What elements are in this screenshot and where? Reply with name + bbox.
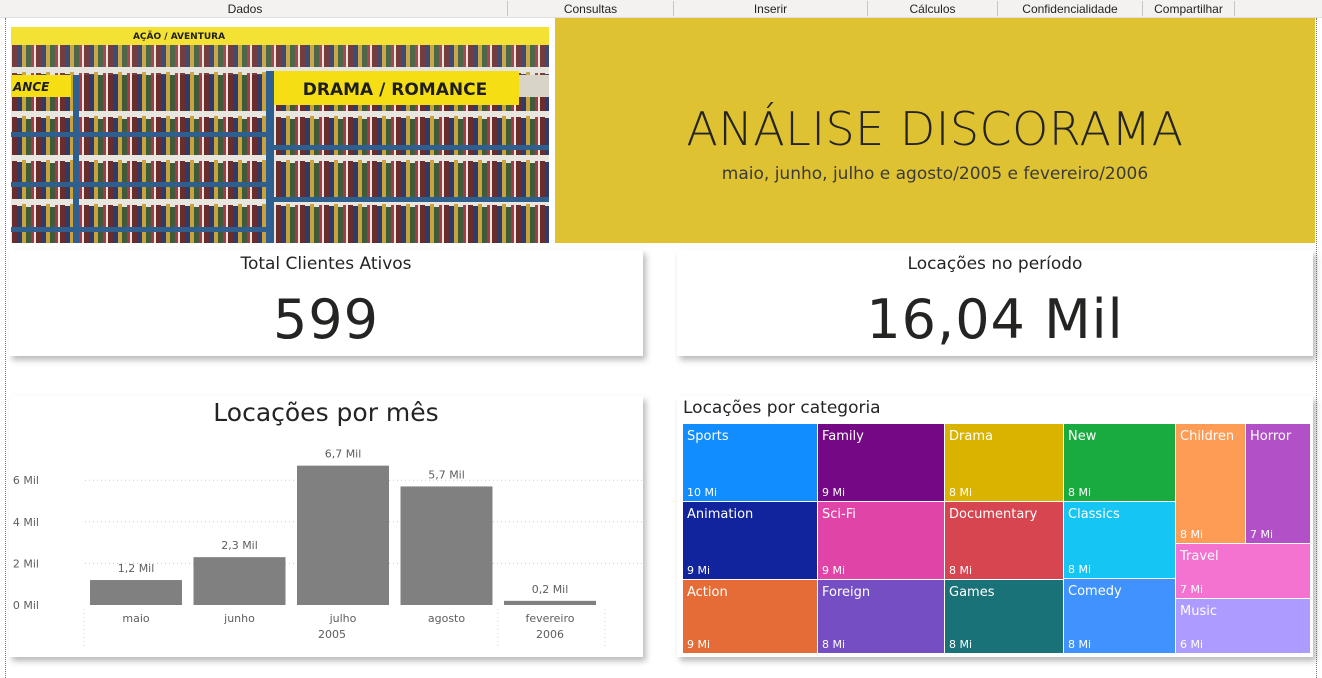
treemap-cell-value: 8 Mi — [949, 486, 973, 499]
canvas-border-left — [5, 18, 6, 678]
treemap-cell-label: Documentary — [949, 507, 1038, 522]
treemap-cell-animation[interactable]: Animation 9 Mi — [683, 502, 817, 579]
treemap-cell-horror[interactable]: Horror 7 Mi — [1246, 424, 1310, 543]
treemap-cell-value: 8 Mi — [1068, 563, 1092, 576]
treemap-cell-label: Travel — [1180, 549, 1219, 564]
video-store-illustration: DRAMA / ROMANCE AÇÃO / AVENTURA ANCE — [11, 27, 549, 243]
video-store-image: DRAMA / ROMANCE AÇÃO / AVENTURA ANCE — [11, 27, 549, 243]
treemap-cell-value: 9 Mi — [822, 486, 846, 499]
treemap-cell-label: Children — [1180, 429, 1235, 444]
ribbon-tab-consultas[interactable]: Consultas — [508, 0, 673, 18]
report-title: ANÁLISE DISCORAMA — [686, 102, 1184, 156]
report-subtitle: maio, junho, julho e agosto/2005 e fever… — [721, 164, 1149, 184]
treemap-cell-value: 8 Mi — [822, 638, 846, 651]
treemap-cell-value: 9 Mi — [822, 564, 846, 577]
treemap-cell-value: 7 Mi — [1180, 583, 1204, 596]
treemap-cell-games[interactable]: Games 8 Mi — [945, 580, 1063, 653]
treemap-cell-children[interactable]: Children 8 Mi — [1176, 424, 1245, 543]
ribbon-tab-dados[interactable]: Dados — [160, 0, 330, 18]
treemap-cell-label: Action — [687, 585, 728, 600]
treemap-cell-value: 8 Mi — [949, 638, 973, 651]
canvas-border-right — [1316, 18, 1317, 678]
treemap-cell-label: Animation — [687, 507, 754, 522]
treemap-cell-value: 7 Mi — [1250, 528, 1274, 541]
treemap-cell-travel[interactable]: Travel 7 Mi — [1176, 544, 1310, 598]
x-tick-label: maio — [122, 612, 150, 625]
sign-romance-partial: ANCE — [12, 80, 50, 94]
data-label: 6,7 Mil — [325, 448, 362, 461]
data-label: 2,3 Mil — [221, 539, 258, 552]
ribbon-tab-calculos[interactable]: Cálculos — [868, 0, 997, 18]
kpi-card-locacoes[interactable]: Locações no período 16,04 Mil — [677, 250, 1313, 356]
treemap-cell-value: 6 Mi — [1180, 638, 1204, 651]
treemap-cell-label: Drama — [949, 429, 993, 444]
ribbon-menu: Dados Consultas Inserir Cálculos Confide… — [0, 0, 1322, 18]
treemap-cell-documentary[interactable]: Documentary 8 Mi — [945, 502, 1063, 579]
treemap-cell-action[interactable]: Action 9 Mi — [683, 580, 817, 653]
treemap-cell-label: Horror — [1250, 429, 1292, 444]
treemap-cell-value: 8 Mi — [1180, 528, 1204, 541]
ribbon-separator — [1234, 1, 1235, 16]
treemap-cell-label: Sports — [687, 429, 729, 444]
treemap-cell-value: 8 Mi — [1068, 638, 1092, 651]
bar-julho — [297, 465, 389, 605]
treemap-cell-comedy[interactable]: Comedy 8 Mi — [1064, 579, 1175, 653]
x-tick-label: agosto — [428, 612, 465, 625]
chart-locacoes-por-mes[interactable]: Locações por mês 0 Mil 2 Mil 4 Mil 6 Mil 1,2… — [9, 396, 643, 657]
report-canvas: Dados Consultas Inserir Cálculos Confide… — [0, 0, 1322, 678]
treemap-cell-sports[interactable]: Sports 10 Mi — [683, 424, 817, 501]
sign-acao-aventura: AÇÃO / AVENTURA — [133, 31, 225, 42]
bar-chart-plot: 0 Mil 2 Mil 4 Mil 6 Mil 1,2 Mil maio 2,3 Mil ju… — [13, 448, 643, 647]
treemap-cell-value: 9 Mi — [687, 564, 711, 577]
treemap-plot: Sports 10 Mi Family 9 Mi Drama 8 Mi New 8 Mi Chi… — [677, 396, 1313, 657]
sign-drama-romance: DRAMA / ROMANCE — [303, 80, 487, 100]
data-label: 1,2 Mil — [118, 562, 155, 575]
year-label-2005: 2005 — [318, 628, 346, 641]
kpi-locacoes-value: 16,04 Mil — [866, 288, 1124, 351]
ribbon-tab-confidencialidade[interactable]: Confidencialidade — [998, 0, 1142, 18]
x-tick-label: fevereiro — [525, 612, 574, 625]
treemap-cell-label: Games — [949, 585, 995, 600]
data-label: 5,7 Mil — [428, 468, 465, 481]
year-label-2006: 2006 — [536, 628, 564, 641]
x-tick-label: julho — [329, 612, 357, 625]
y-tick-label: 4 Mil — [13, 516, 39, 529]
treemap-cell-family[interactable]: Family 9 Mi — [818, 424, 944, 501]
treemap-cell-label: Family — [822, 429, 864, 444]
bar-agosto — [400, 486, 493, 605]
treemap-cell-value: 8 Mi — [1068, 486, 1092, 499]
kpi-clientes-value: 599 — [272, 288, 380, 351]
treemap-cell-foreign[interactable]: Foreign 8 Mi — [818, 580, 944, 653]
treemap-cell-label: Comedy — [1068, 584, 1122, 599]
treemap-cell-label: New — [1068, 429, 1097, 444]
bar-maio — [90, 580, 182, 605]
treemap-cell-label: Foreign — [822, 585, 871, 600]
kpi-locacoes-label: Locações no período — [907, 254, 1083, 274]
treemap-cell-value: 9 Mi — [687, 638, 711, 651]
data-label: 0,2 Mil — [532, 583, 569, 596]
ribbon-tab-inserir[interactable]: Inserir — [674, 0, 867, 18]
treemap-cell-new[interactable]: New 8 Mi — [1064, 424, 1175, 501]
bar-junho — [193, 557, 286, 605]
x-tick-label: junho — [223, 612, 255, 625]
treemap-cell-value: 10 Mi — [687, 486, 718, 499]
treemap-cell-label: Music — [1180, 604, 1217, 619]
kpi-card-clientes[interactable]: Total Clientes Ativos 599 — [9, 250, 643, 356]
treemap-cell-music[interactable]: Music 6 Mi — [1176, 599, 1310, 653]
treemap-cell-classics[interactable]: Classics 8 Mi — [1064, 502, 1175, 578]
kpi-clientes-label: Total Clientes Ativos — [240, 254, 412, 274]
title-banner: ANÁLISE DISCORAMA maio, junho, julho e a… — [555, 18, 1315, 243]
treemap-cell-drama[interactable]: Drama 8 Mi — [945, 424, 1063, 501]
treemap-cell-scifi[interactable]: Sci-Fi 9 Mi — [818, 502, 944, 579]
treemap-cell-label: Classics — [1068, 507, 1120, 522]
y-tick-label: 0 Mil — [13, 599, 39, 612]
ribbon-tab-compartilhar[interactable]: Compartilhar — [1143, 0, 1234, 18]
y-tick-label: 6 Mil — [13, 474, 39, 487]
treemap-cell-label: Sci-Fi — [822, 507, 856, 522]
y-tick-label: 2 Mil — [13, 557, 39, 570]
bar-fevereiro — [504, 600, 596, 605]
chart-locacoes-por-categoria[interactable]: Locações por categoria Sports 10 Mi Family… — [677, 396, 1313, 657]
treemap-cell-value: 8 Mi — [949, 564, 973, 577]
